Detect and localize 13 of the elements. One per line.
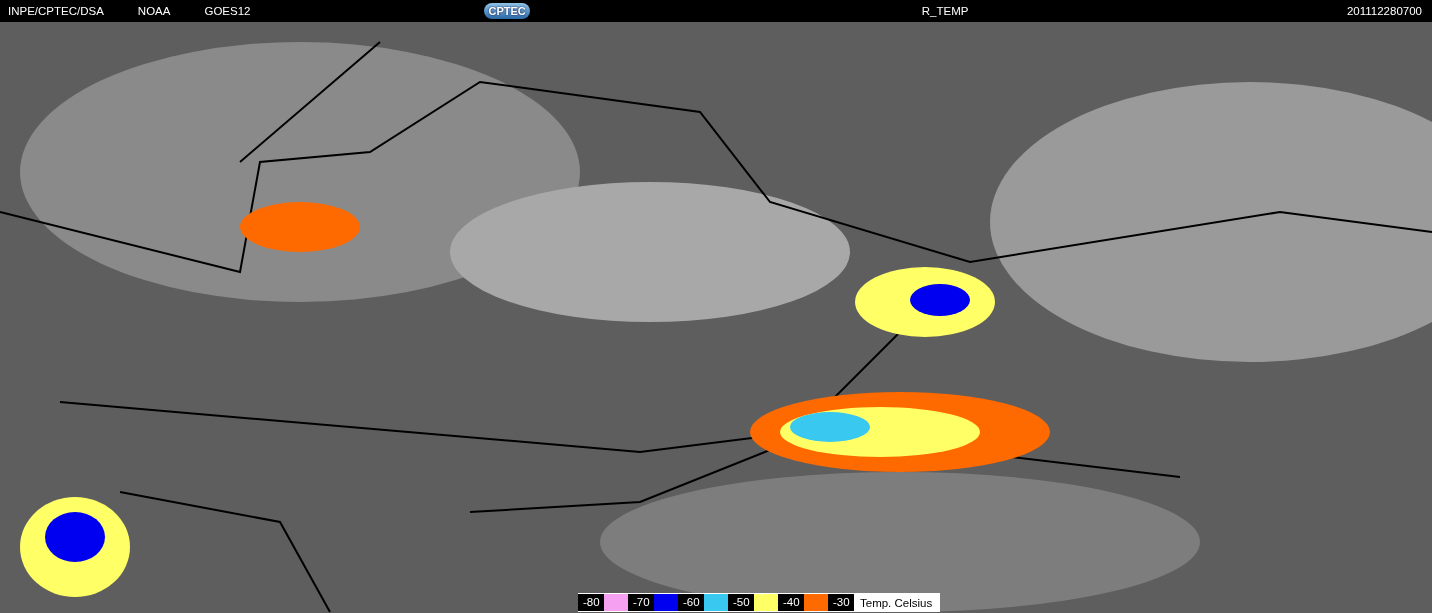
legend-label: -70 bbox=[628, 594, 654, 611]
legend-caption: Temp. Celsius bbox=[860, 596, 933, 609]
header-label: NOAA bbox=[137, 5, 171, 17]
logo: CPTEC bbox=[484, 3, 530, 19]
legend-label: -50 bbox=[728, 594, 754, 611]
legend-label: -80 bbox=[578, 594, 604, 611]
legend-label: -60 bbox=[678, 594, 704, 611]
legend-label: -40 bbox=[778, 594, 804, 611]
header-label: GOES12 bbox=[204, 5, 251, 17]
legend-label: -30 bbox=[828, 594, 854, 611]
header-label: INPE/CPTEC/DSA bbox=[8, 5, 104, 17]
timestamp: 201112280700 bbox=[1346, 5, 1422, 17]
product-label: R_TEMP bbox=[921, 5, 969, 17]
